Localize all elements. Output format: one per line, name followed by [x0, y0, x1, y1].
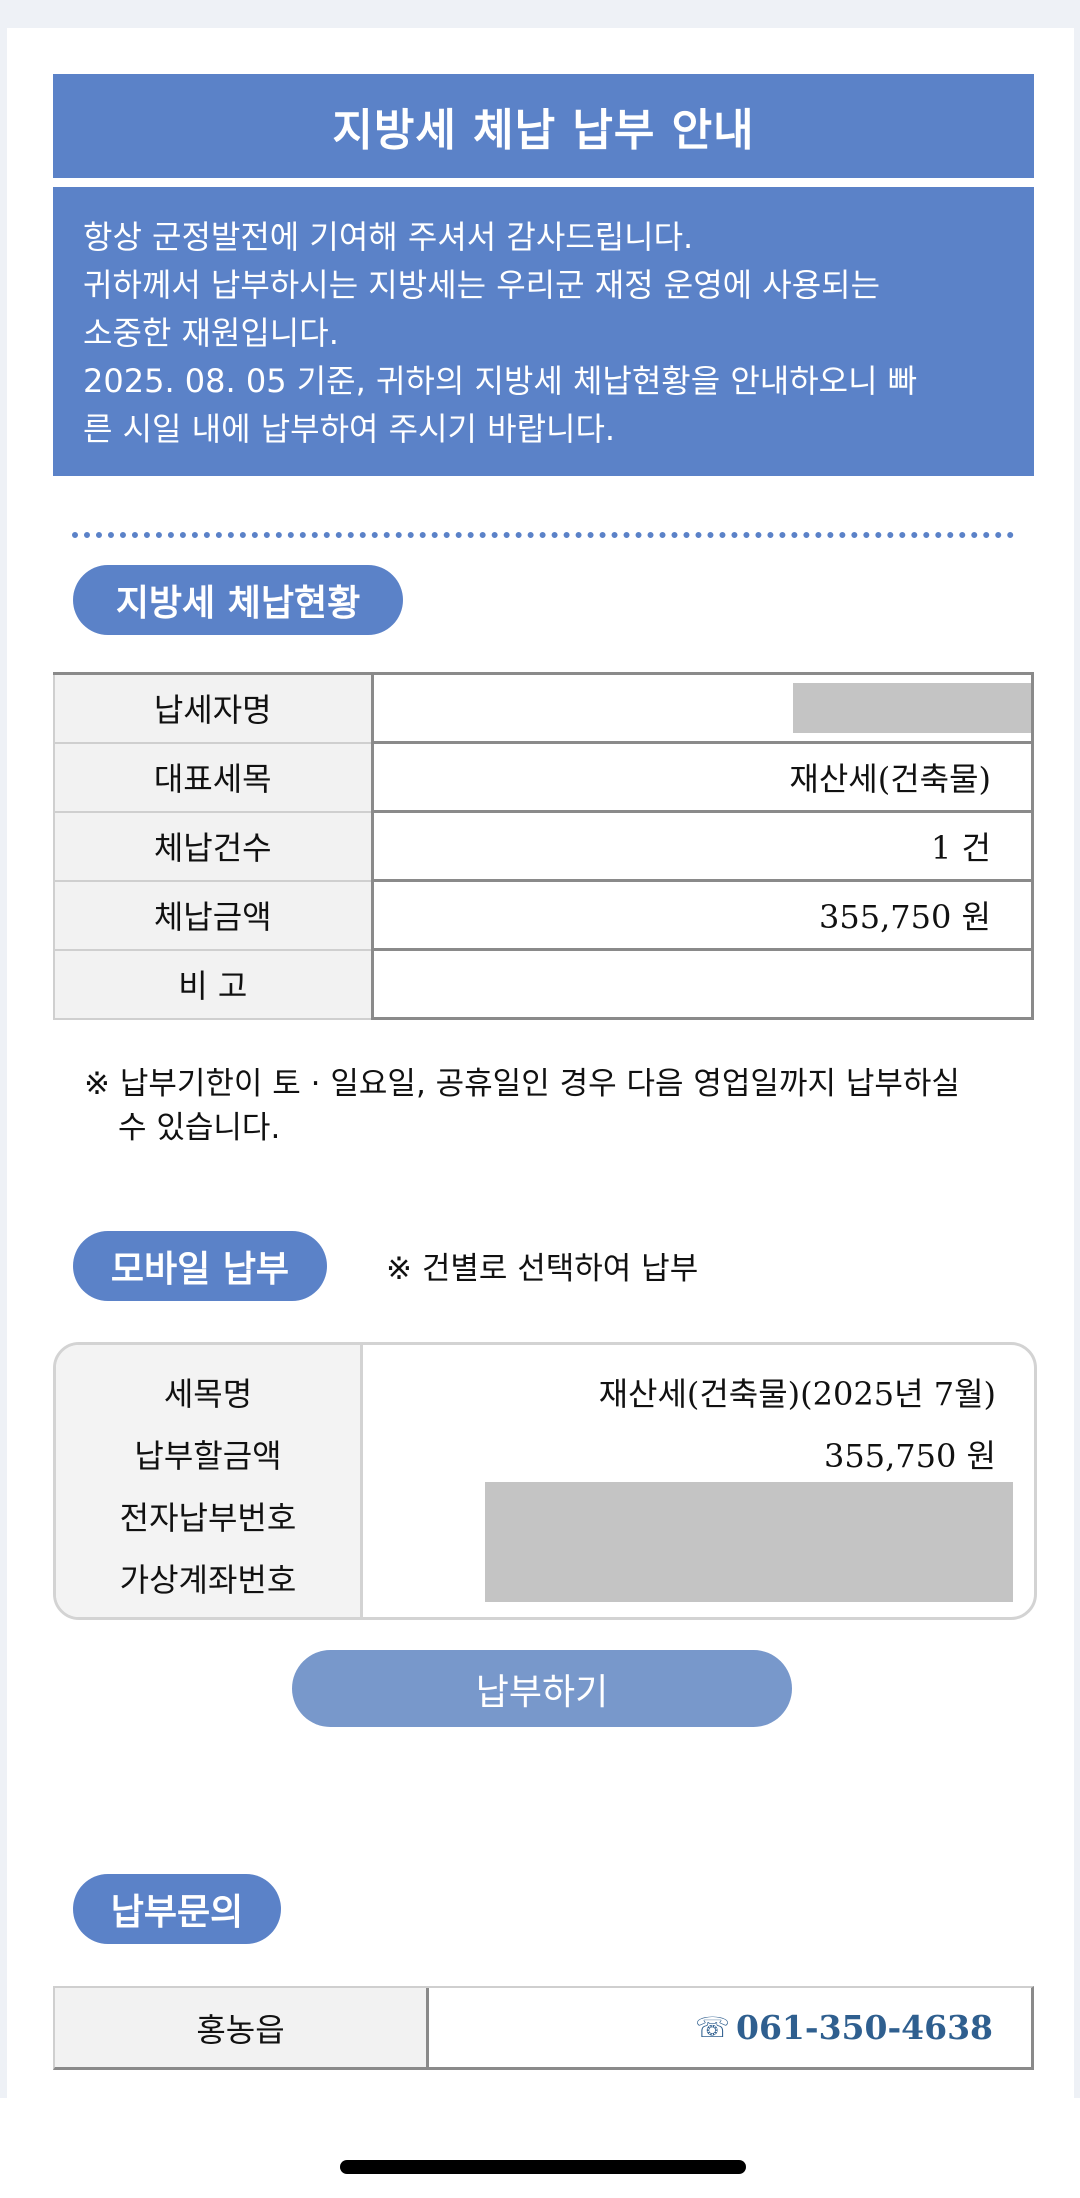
due-date-notice: ※ 납부기한이 토 · 일요일, 공휴일인 경우 다음 영업일까지 납부하실 수…: [84, 1062, 1014, 1150]
notice-line: 수 있습니다.: [118, 1110, 281, 1146]
row-label: 비 고: [53, 948, 374, 1020]
table-row: 비 고: [53, 948, 1034, 1020]
contact-table: 홍농읍 ☏ 061-350-4638: [53, 1986, 1034, 2070]
intro-line: 소중한 재원입니다.: [83, 314, 339, 352]
status-bar-strip: [0, 0, 1080, 28]
pay-button[interactable]: 납부하기: [292, 1650, 792, 1727]
arrears-count-value: 1 건: [371, 810, 1034, 882]
row-label: 체납금액: [53, 879, 374, 951]
remarks-value: [371, 948, 1034, 1020]
masked-taxpayer-name: [793, 683, 1031, 733]
office-name: 홍농읍: [55, 1988, 429, 2067]
phone-number: 061-350-4638: [735, 2008, 993, 2047]
intro-line: 른 시일 내에 납부하여 주시기 바랍니다.: [83, 410, 616, 448]
section-title-contact: 납부문의: [73, 1874, 281, 1944]
section-title-status: 지방세 체납현황: [73, 565, 403, 635]
notice-mark: ※: [84, 1066, 110, 1102]
intro-message: 항상 군정발전에 기여해 주셔서 감사드립니다. 귀하께서 납부하시는 지방세는…: [53, 187, 1034, 476]
page-title: 지방세 체납 납부 안내: [53, 74, 1034, 178]
label-virtual-account-number: 가상계좌번호: [119, 1561, 297, 1599]
table-row: 체납금액 355,750 원: [53, 879, 1034, 951]
table-row: 대표세목 재산세(건축물): [53, 741, 1034, 813]
intro-line: 귀하께서 납부하시는 지방세는 우리군 재정 운영에 사용되는: [83, 266, 881, 304]
section-divider: [72, 532, 1014, 538]
mobile-payment-card[interactable]: 세목명 납부할금액 전자납부번호 가상계좌번호 재산세(건축물)(2025년 7…: [53, 1342, 1037, 1620]
taxpayer-name-value: [371, 672, 1034, 744]
payment-labels: 세목명 납부할금액 전자납부번호 가상계좌번호: [56, 1345, 363, 1617]
section-title-mobile: 모바일 납부: [73, 1231, 327, 1301]
row-label: 납세자명: [53, 672, 374, 744]
phone-link[interactable]: ☏ 061-350-4638: [429, 1988, 1031, 2067]
label-electronic-payment-number: 전자납부번호: [119, 1499, 297, 1537]
arrears-status-table: 납세자명 대표세목 재산세(건축물) 체납건수 1 건 체납금액 355,750…: [53, 672, 1034, 1020]
page-edge-left: [0, 28, 7, 2098]
label-amount: 납부할금액: [134, 1437, 282, 1475]
representative-tax-value: 재산세(건축물): [371, 741, 1034, 813]
masked-account-numbers: [485, 1482, 1013, 1602]
intro-line: 2025. 08. 05 기준, 귀하의 지방세 체납현황을 안내하오니 빠: [83, 362, 918, 400]
row-label: 대표세목: [53, 741, 374, 813]
label-tax-name: 세목명: [163, 1375, 253, 1413]
arrears-amount-value: 355,750 원: [371, 879, 1034, 951]
tax-name-value: 재산세(건축물)(2025년 7월): [598, 1375, 996, 1413]
row-label: 체납건수: [53, 810, 374, 882]
intro-line: 항상 군정발전에 기여해 주셔서 감사드립니다.: [83, 218, 694, 256]
phone-icon: ☏: [694, 2011, 730, 2044]
home-indicator[interactable]: [340, 2160, 746, 2174]
payment-values: 재산세(건축물)(2025년 7월) 355,750 원: [363, 1345, 1034, 1617]
payment-amount-value: 355,750 원: [824, 1437, 996, 1475]
table-row: 체납건수 1 건: [53, 810, 1034, 882]
notice-line: 납부기한이 토 · 일요일, 공휴일인 경우 다음 영업일까지 납부하실: [119, 1066, 960, 1102]
table-row: 납세자명: [53, 672, 1034, 744]
page-edge-right: [1074, 28, 1080, 2098]
mobile-payment-note: ※ 건별로 선택하여 납부: [386, 1251, 699, 1287]
